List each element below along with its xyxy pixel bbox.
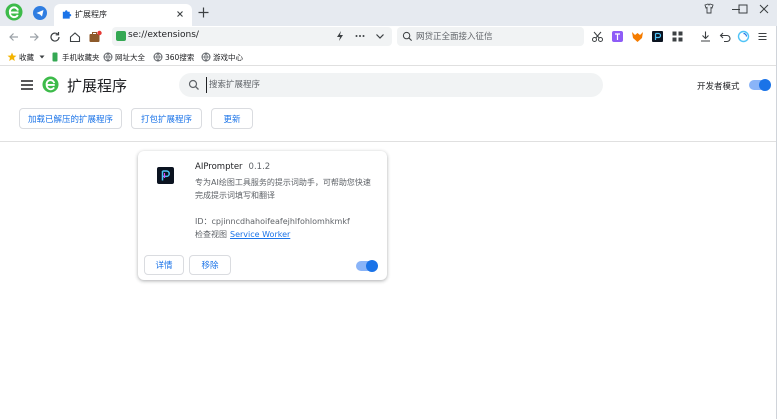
toggle-knob [366,260,378,272]
inspect-views-label: 检查视图 [195,230,227,239]
extension-description: 专为AI绘图工具服务的提示词助手，可帮助您快速完成提示词填写和翻译 [195,178,371,200]
tab-extensions[interactable]: 扩展程序 [54,4,192,26]
bookmark-360-search[interactable]: 360搜索 [153,51,194,63]
new-tab-button[interactable] [197,6,210,19]
bookmark-label: 收藏 [19,52,34,62]
web-search-box[interactable]: 网贷正全面接入征信 [397,27,584,46]
aiprompter-logo-icon [157,167,174,184]
url-bar[interactable]: se://extensions/ [112,27,392,46]
bookmark-site-directory[interactable]: 网址大全 [103,51,145,63]
scissors-icon[interactable] [591,30,604,43]
developer-mode-label: 开发者模式 [697,82,740,92]
chevron-down-icon[interactable] [374,30,386,42]
tab-bar: 扩展程序 [0,0,777,26]
fox-extension-icon[interactable] [631,30,644,43]
reload-icon[interactable] [48,30,62,44]
page-title: 扩展程序 [67,77,128,95]
tab-title: 扩展程序 [75,10,107,19]
lightning-icon[interactable] [334,30,346,42]
skin-icon[interactable] [700,2,718,16]
toolbar-divider [0,141,777,142]
close-icon[interactable] [174,8,186,20]
maximize-button[interactable] [734,2,752,16]
extension-id: cpjinncdhahoifeafejhlfohlomhkmkf [211,217,350,226]
pack-extension-button[interactable]: 打包扩展程序 [131,108,202,129]
search-icon [188,79,199,90]
secure-shield-icon [116,31,126,41]
download-icon[interactable] [699,30,712,43]
bookmark-mobile-favorites[interactable]: 手机收藏夹 [50,51,100,63]
address-bar: se://extensions/ 网贷正全面接入征信 [0,26,777,48]
grid-apps-icon[interactable] [671,30,684,43]
aiprompter-toolbar-icon[interactable] [651,30,664,43]
bookmark-label: 游戏中心 [213,52,243,62]
developer-mode-toggle[interactable] [749,79,771,91]
main-menu-icon[interactable] [756,30,769,43]
extension-search-input[interactable] [206,77,586,93]
bookmark-label: 手机收藏夹 [62,52,100,62]
extension-version: 0.1.2 [248,162,271,172]
bookmark-favorites[interactable]: 收藏 [7,51,46,63]
phone-icon [52,52,58,62]
window-close-button[interactable] [755,2,773,16]
extension-card: AIPrompter 0.1.2 专为AI绘图工具服务的提示词助手，可帮助您快速完… [138,151,387,280]
more-dots-icon[interactable] [354,30,366,42]
globe-icon [103,52,113,62]
star-icon [7,52,17,61]
globe-icon [201,52,211,62]
caret-down-icon [39,55,45,59]
puzzle-icon [62,10,72,19]
extension-name-row: AIPrompter 0.1.2 [195,162,270,172]
hamburger-menu-icon[interactable] [20,79,34,91]
extension-search-bar[interactable] [179,73,603,97]
extensions-page: 扩展程序 开发者模式 加载已解压的扩展程序 打包扩展程序 更新 AIPrompt… [0,67,777,419]
translate-extension-icon[interactable] [611,30,624,43]
extension-id-label: ID： [195,217,212,226]
sync-icon[interactable] [737,30,750,43]
update-button[interactable]: 更新 [211,108,253,129]
bookmark-label: 网址大全 [115,52,145,62]
url-text[interactable]: se://extensions/ [128,30,199,40]
home-icon[interactable] [68,30,82,44]
remove-button[interactable]: 移除 [189,255,231,275]
back-arrow-icon[interactable] [7,30,21,44]
extension-id-row: ID：cpjinncdhahoifeafejhlfohlomhkmkf [195,216,350,227]
globe-icon [153,52,163,62]
browser-logo-icon [42,76,59,93]
forward-arrow-icon[interactable] [27,30,41,44]
toggle-knob [759,79,771,91]
bookmarks-bar: 收藏 手机收藏夹 网址大全 360搜索 游戏中心 [0,48,777,66]
undo-icon[interactable] [719,30,732,43]
search-icon [402,31,413,42]
service-worker-link[interactable]: Service Worker [230,230,290,239]
load-unpacked-button[interactable]: 加载已解压的扩展程序 [19,108,122,129]
details-button[interactable]: 详情 [144,255,184,275]
bookmark-game-center[interactable]: 游戏中心 [201,51,243,63]
extension-name: AIPrompter [195,162,243,172]
browser-logo-icon[interactable] [5,3,23,21]
briefcase-icon[interactable] [88,30,102,44]
web-search-placeholder: 网贷正全面接入征信 [416,32,493,42]
bookmark-label: 360搜索 [165,52,195,62]
telegram-tab-icon[interactable] [33,6,47,20]
extension-enable-toggle[interactable] [356,260,378,272]
inspect-views-row: 检查视图 Service Worker [195,229,290,240]
